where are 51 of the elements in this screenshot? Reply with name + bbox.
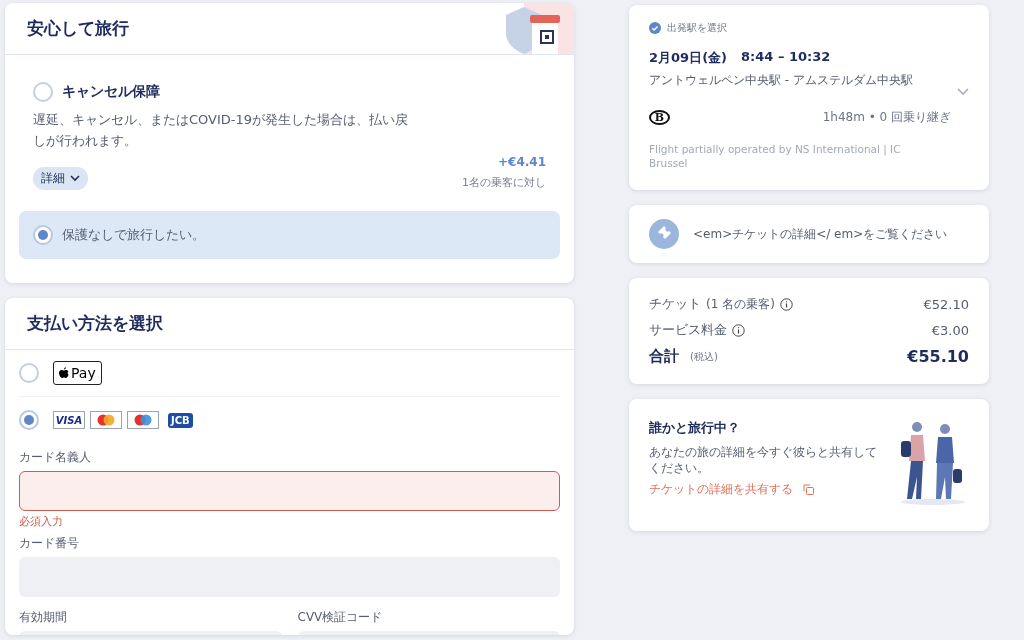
travel-date: 2月09日(金) [649,49,728,67]
field-label: カード番号 [19,535,80,552]
check-circle-icon [649,22,661,34]
price-amount: €52.10 [923,296,969,312]
ticket-icon [649,219,679,249]
share-title: 誰かと旅行中？ [649,419,741,437]
option-panel[interactable]: 保護なしで旅行したい。 [19,211,560,259]
tax-note: (税込) [690,349,718,364]
option-description: 遅延、キャンセル、またはCOVID-19が発生した場合は、払い戻しが行われます。 [33,111,410,150]
operator-logo: B [649,110,670,125]
field-label: カード名義人 [19,449,92,466]
total-label: 合計 [649,347,679,366]
radio-button[interactable] [33,225,53,245]
apple-icon [59,367,69,379]
travel-times: 8:44 – 10:32 [741,49,831,66]
chevron-down-icon[interactable] [957,88,969,95]
price-label: チケット [649,295,701,313]
radio-button[interactable] [19,363,39,383]
apple-pay-logo: Pay [53,361,102,385]
radio-button[interactable] [33,82,53,102]
share-link[interactable]: チケットの詳細を共有する [649,482,884,497]
ticket-details-notice: <em>チケットの詳細</ em>をご覧ください [693,225,948,243]
price-text: +€4.41 [498,155,546,169]
details-button[interactable]: 詳細 [33,167,88,190]
option-label: 保護なしで旅行したい。 [62,226,205,244]
error-message: 必須入力 [19,514,64,529]
duration-text: 1h48m • 0 回乗り継ぎ [822,109,951,126]
price-note: 1名の乗客に対し [462,175,546,190]
card-logo [127,411,159,429]
share-text: あなたの旅の詳細を今すぐ彼らと共有してください。 [649,444,878,476]
section-title: 安心して旅行 [27,17,129,40]
price-label: サービス料金 [649,321,727,339]
card-logo: JCB [168,412,193,428]
price-amount: €3.00 [931,322,969,338]
info-icon[interactable] [779,297,793,311]
total-amount: €55.10 [907,347,969,366]
option-label: キャンセル保障 [62,83,160,101]
field-label: CVV検証コード [297,609,384,626]
card-logo [90,411,122,429]
operator-note: Flight partially operated by NS International | IC Brussel [649,142,902,170]
field-label: 有効期間 [19,609,68,626]
chevron-down-icon [70,175,80,182]
section-title: 支払い方法を選択 [27,312,163,335]
radio-button[interactable] [19,410,39,430]
price-note: (1 名の乗客) [706,295,775,313]
input-field[interactable] [19,471,560,511]
route-text: アントウェルペン中央駅 - アムステルダム中央駅 [649,72,913,89]
copy-icon [803,484,814,495]
step-label: 出発駅を選択 [667,21,727,35]
info-icon[interactable] [732,323,745,337]
card-logo: VISA [53,411,85,429]
